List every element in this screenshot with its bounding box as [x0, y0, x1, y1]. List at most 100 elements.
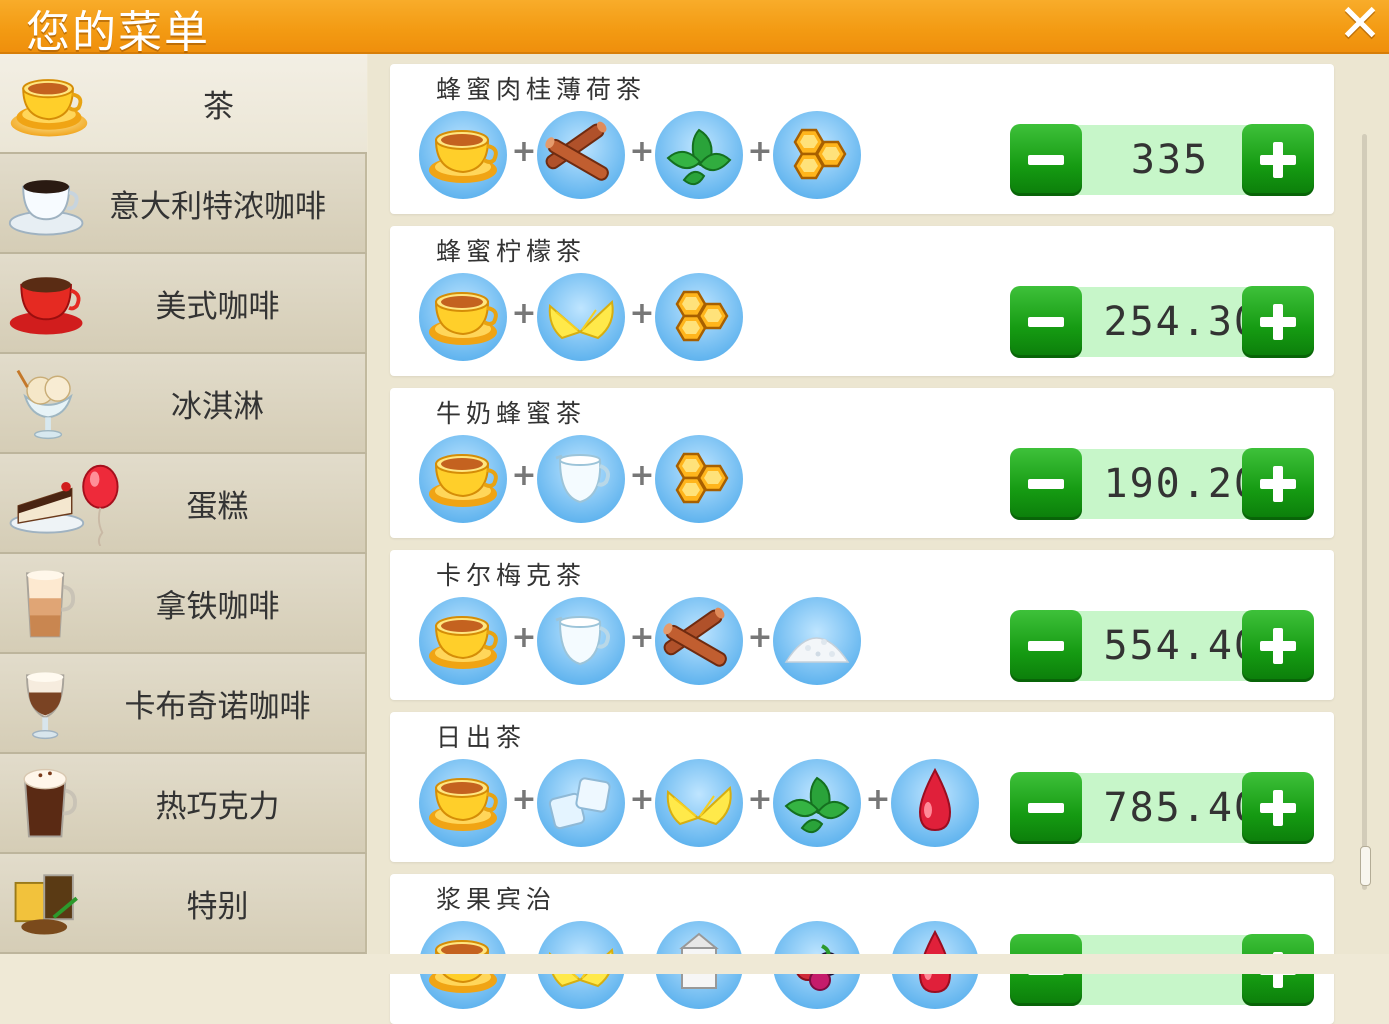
category-americano[interactable]: 美式咖啡 [0, 254, 367, 354]
category-cappuccino[interactable]: 卡布奇诺咖啡 [0, 654, 367, 754]
plus-sign: + [629, 296, 655, 331]
plus-sign: + [511, 458, 537, 493]
category-label: 热巧克力 [155, 788, 280, 825]
bottom-edge [0, 954, 1389, 974]
decrease-button[interactable] [1010, 610, 1082, 682]
plus-sign: + [629, 782, 655, 817]
page-title: 您的菜单 [26, 7, 210, 58]
close-icon: ✕ [1338, 0, 1382, 54]
honey-ingredient-icon [655, 435, 743, 523]
category-cake[interactable]: 蛋糕 [0, 454, 367, 554]
tea-ingredient-icon [419, 597, 507, 685]
price-stepper: 190.20 [1010, 448, 1316, 520]
hot-chocolate-icon [23, 768, 77, 838]
cappuccino-glass-icon [26, 672, 65, 740]
latte-glass-icon [26, 570, 76, 638]
increase-button[interactable] [1242, 448, 1314, 520]
category-special[interactable]: 特别 [0, 854, 367, 954]
category-label: 茶 [203, 88, 234, 125]
americano-cup-icon [9, 277, 83, 335]
minus-icon [1028, 317, 1064, 327]
cinnamon-ingredient-icon [537, 111, 625, 199]
increase-button[interactable] [1242, 610, 1314, 682]
plus-sign: + [629, 620, 655, 655]
ice-ingredient-icon [537, 759, 625, 847]
decrease-button[interactable] [1010, 772, 1082, 844]
category-label: 特别 [186, 888, 249, 925]
scrollbar-thumb[interactable] [1360, 846, 1371, 886]
scrollbar-track[interactable] [1362, 134, 1367, 890]
price-value: 190.20 [1103, 461, 1260, 507]
tea-ingredient-icon [419, 111, 507, 199]
price-value: 554.40 [1103, 623, 1260, 669]
recipe-card: 日出茶 + + + + 785.40 [390, 712, 1334, 862]
category-tea[interactable]: 茶 [0, 54, 367, 154]
recipe-card: 牛奶蜂蜜茶 + + 190.20 [390, 388, 1334, 538]
tea-ingredient-icon [419, 435, 507, 523]
milk-ingredient-icon [537, 435, 625, 523]
ice-cream-icon [16, 369, 73, 440]
recipe-name: 浆果宾治 [436, 885, 557, 914]
plus-sign: + [629, 134, 655, 169]
price-value: 335 [1130, 137, 1210, 183]
recipe-card: 浆果宾治 [390, 874, 1334, 1024]
category-sidebar: 茶 意大利特浓咖啡 美式咖啡 冰淇淋 蛋糕 拿铁咖啡 卡布奇诺咖啡 热巧克力 特… [0, 54, 367, 954]
plus-sign: + [747, 782, 773, 817]
minus-icon [1028, 479, 1064, 489]
recipe-name: 牛奶蜂蜜茶 [436, 399, 587, 428]
cinnamon-ingredient-icon [655, 597, 743, 685]
category-label: 卡布奇诺咖啡 [124, 688, 311, 725]
category-ice-cream[interactable]: 冰淇淋 [0, 354, 367, 454]
recipe-card: 卡尔梅克茶 + + + 554.40 [390, 550, 1334, 700]
mint-ingredient-icon [773, 759, 861, 847]
category-label: 拿铁咖啡 [155, 588, 280, 625]
price-value: 254.30 [1103, 299, 1260, 345]
category-label: 美式咖啡 [155, 288, 280, 325]
honey-ingredient-icon [655, 273, 743, 361]
price-stepper: 785.40 [1010, 772, 1316, 844]
menu-header: 您的菜单 ✕ [0, 0, 1389, 58]
salt-ingredient-icon [773, 597, 861, 685]
tea-cup-icon [10, 60, 88, 137]
lemon-ingredient-icon [537, 273, 625, 361]
category-espresso[interactable]: 意大利特浓咖啡 [0, 154, 367, 254]
tea-ingredient-icon [419, 273, 507, 361]
increase-button[interactable] [1242, 772, 1314, 844]
price-value: 785.40 [1103, 785, 1260, 831]
category-latte[interactable]: 拿铁咖啡 [0, 554, 367, 654]
recipe-card: 蜂蜜肉桂薄荷茶 + + + 335 [390, 64, 1334, 214]
category-hot-chocolate[interactable]: 热巧克力 [0, 754, 367, 854]
plus-sign: + [511, 296, 537, 331]
price-stepper: 335 [1010, 124, 1316, 196]
category-label: 蛋糕 [186, 488, 249, 525]
close-button[interactable]: ✕ [1334, 0, 1386, 54]
decrease-button[interactable] [1010, 448, 1082, 520]
decrease-button[interactable] [1010, 286, 1082, 358]
minus-icon [1028, 803, 1064, 813]
lemon-ingredient-icon [655, 759, 743, 847]
plus-sign: + [511, 134, 537, 169]
plus-sign: + [511, 782, 537, 817]
mint-ingredient-icon [655, 111, 743, 199]
recipe-name: 卡尔梅克茶 [436, 561, 587, 590]
category-label: 意大利特浓咖啡 [109, 188, 326, 225]
price-stepper: 254.30 [1010, 286, 1316, 358]
decrease-button[interactable] [1010, 124, 1082, 196]
plus-sign: + [511, 620, 537, 655]
milk-ingredient-icon [537, 597, 625, 685]
honey-ingredient-icon [773, 111, 861, 199]
recipe-list: 蜂蜜肉桂薄荷茶 + + + 335 蜂蜜柠檬茶 + + 254.30 牛奶蜂蜜茶 [368, 54, 1389, 1024]
plus-sign: + [629, 458, 655, 493]
category-label: 冰淇淋 [171, 388, 264, 425]
espresso-cup-icon [8, 180, 84, 236]
recipe-name: 日出茶 [436, 723, 527, 752]
syrup-ingredient-icon [891, 759, 979, 847]
minus-icon [1028, 641, 1064, 651]
price-stepper: 554.40 [1010, 610, 1316, 682]
increase-button[interactable] [1242, 286, 1314, 358]
recipe-name: 蜂蜜肉桂薄荷茶 [436, 75, 647, 104]
special-drinks-icon [14, 874, 78, 935]
increase-button[interactable] [1242, 124, 1314, 196]
recipe-name: 蜂蜜柠檬茶 [436, 237, 587, 266]
plus-sign: + [865, 782, 891, 817]
